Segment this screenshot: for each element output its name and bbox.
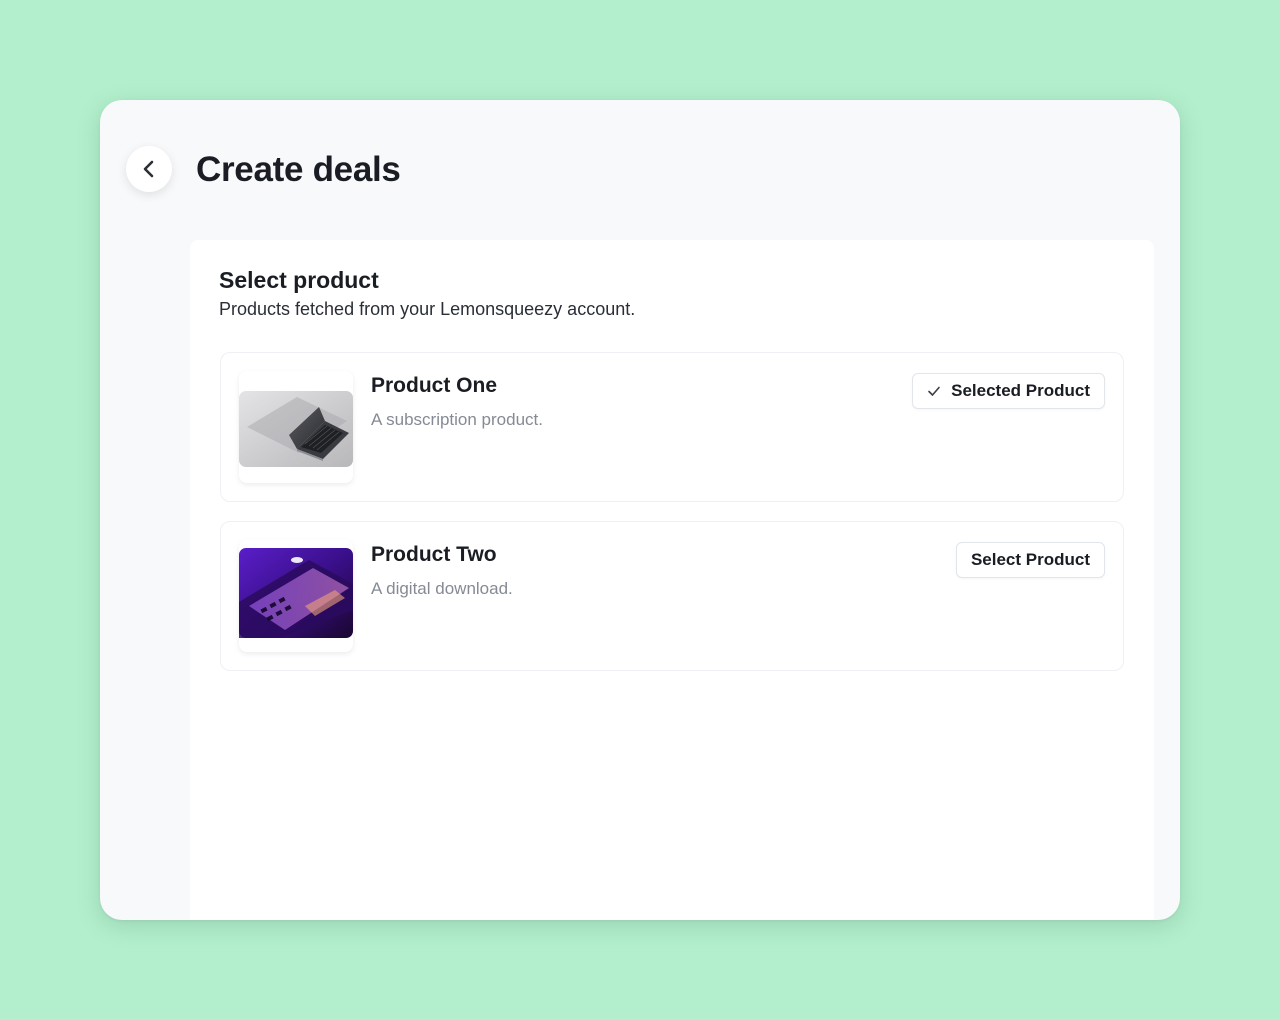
select-product-panel: Select product Products fetched from you… bbox=[190, 240, 1154, 920]
product-two-thumbnail bbox=[239, 540, 353, 652]
product-two-name: Product Two bbox=[371, 543, 497, 566]
selected-product-label: Selected Product bbox=[951, 381, 1090, 400]
product-one-thumbnail bbox=[239, 371, 353, 483]
check-icon bbox=[927, 384, 941, 398]
product-one-name: Product One bbox=[371, 374, 498, 397]
chevron-left-icon bbox=[142, 159, 156, 179]
select-product-label: Select Product bbox=[970, 550, 1090, 569]
laptop-purple-image bbox=[239, 548, 353, 638]
select-product-button[interactable]: Select Product bbox=[955, 542, 1105, 578]
section-subtitle: Products fetched from your Lemonsqueezy … bbox=[219, 299, 636, 319]
app-window: Create deals Select product Products fet… bbox=[100, 100, 1180, 920]
page-title: Create deals bbox=[196, 150, 401, 189]
selected-product-button[interactable]: Selected Product bbox=[912, 373, 1105, 409]
product-card-two: Product Two A digital download. Select P… bbox=[220, 521, 1124, 671]
laptop-silver-image bbox=[239, 391, 353, 467]
back-button[interactable] bbox=[126, 146, 172, 192]
product-one-description: A subscription product. bbox=[371, 410, 543, 429]
product-two-description: A digital download. bbox=[371, 579, 513, 598]
product-card-one: Product One A subscription product. Sele… bbox=[220, 352, 1124, 502]
section-title: Select product bbox=[219, 267, 379, 293]
